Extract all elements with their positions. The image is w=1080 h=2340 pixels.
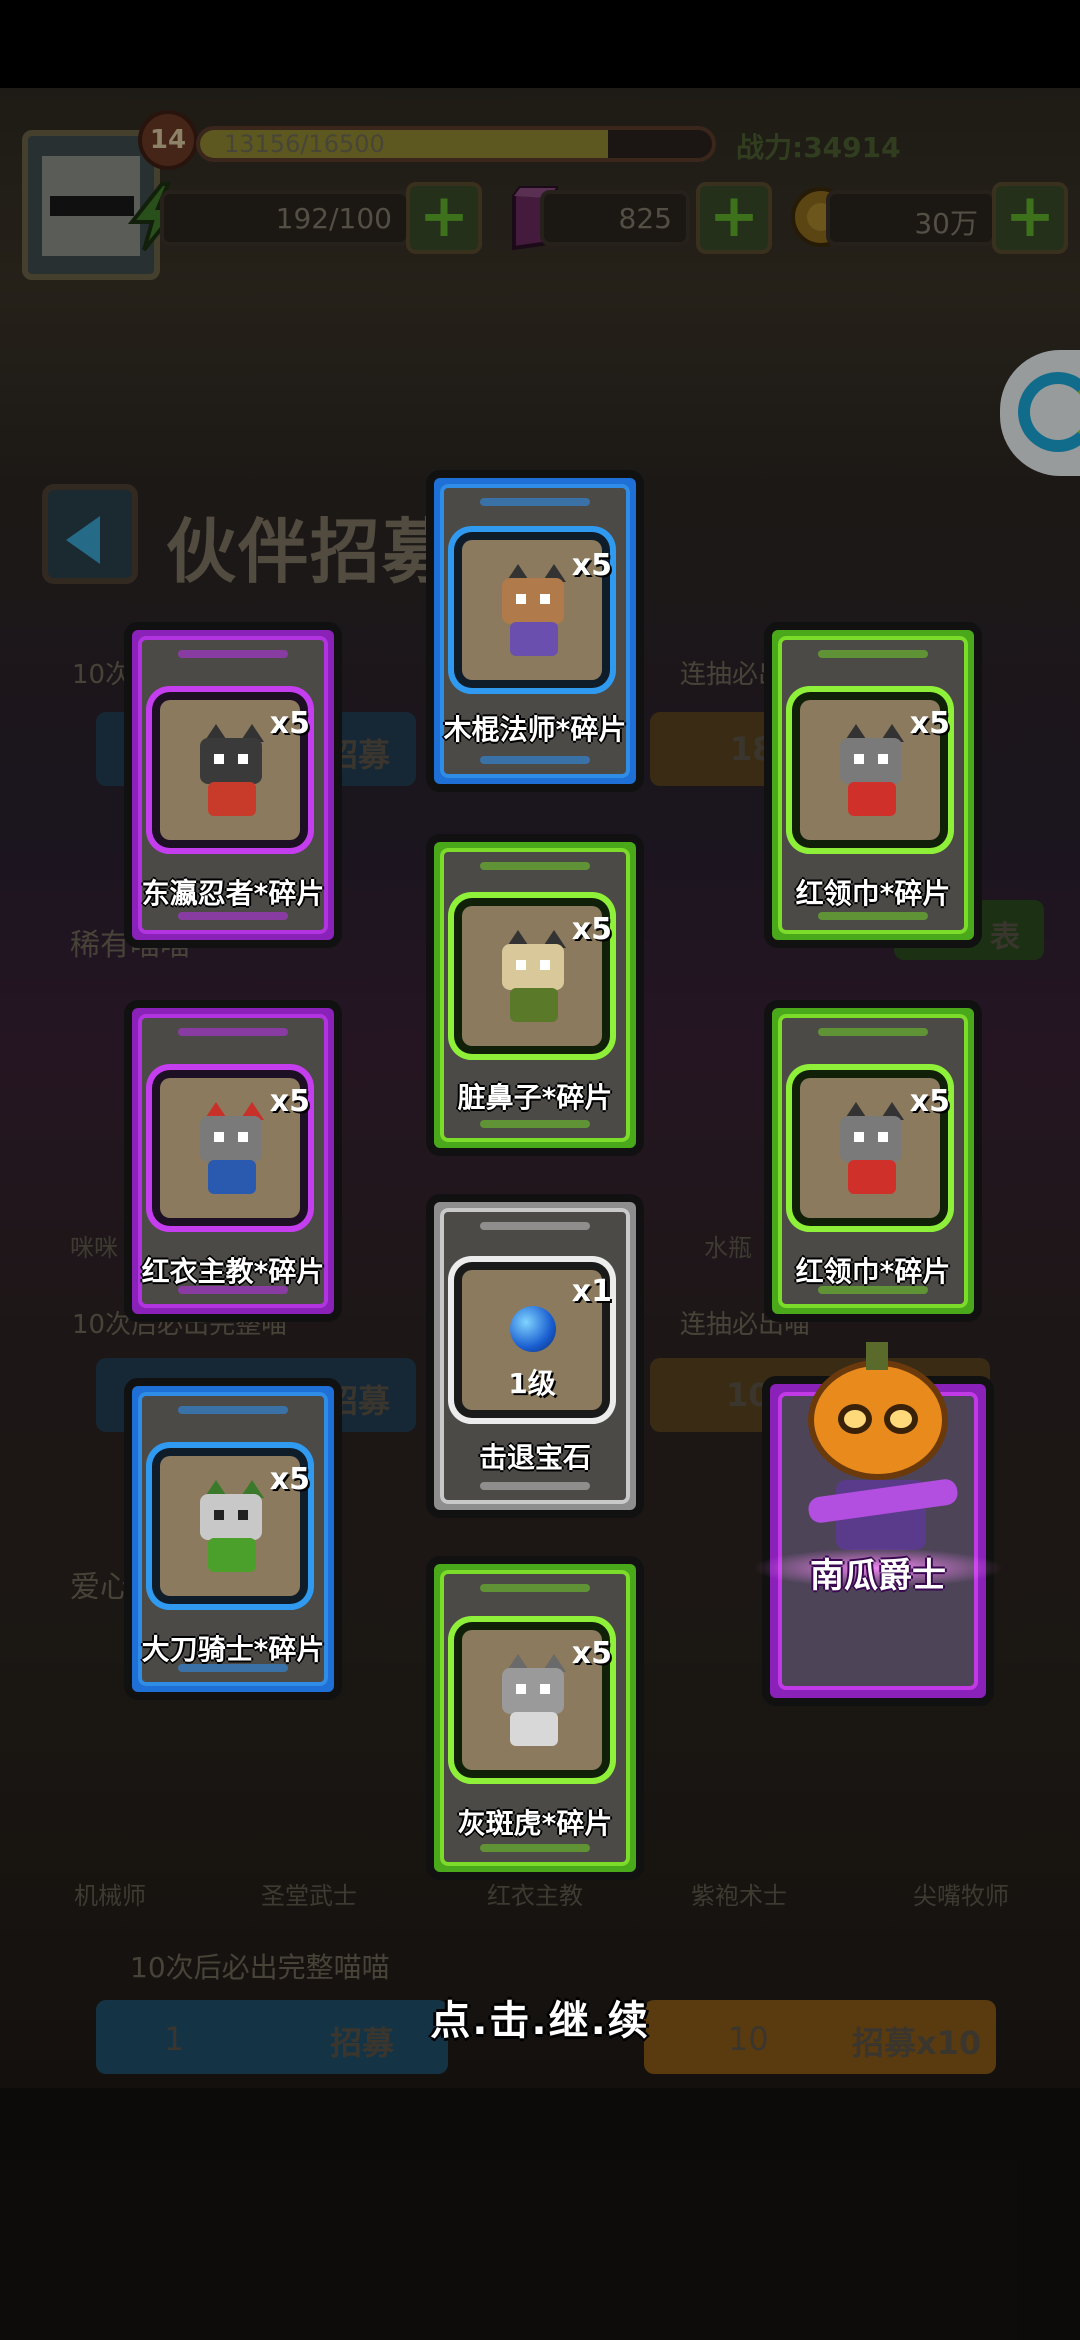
assistant-logo-icon: [1018, 372, 1080, 452]
reward-count: x5: [269, 706, 310, 741]
reward-name: 红领巾*碎片: [795, 1255, 951, 1288]
bg-char-priest: 尖嘴牧师: [913, 1882, 1009, 1910]
reward-name: 大刀骑士*碎片: [141, 1633, 325, 1666]
reward-count: x5: [269, 1084, 310, 1119]
stamina-value: 192/100: [275, 202, 392, 235]
add-gem-button[interactable]: +: [696, 182, 772, 254]
love-section-title: 爱心: [70, 1570, 130, 1605]
reward-count: x1: [571, 1274, 612, 1309]
featured-hero-name: 南瓜爵士: [810, 1556, 946, 1596]
knockback-gem-icon: [510, 1306, 556, 1352]
wizard-cat-icon: [498, 560, 568, 658]
reward-name: 东瀛忍者*碎片: [141, 877, 325, 910]
reward-card[interactable]: x5 木棍法师*碎片: [426, 470, 644, 792]
reward-name: 红领巾*碎片: [795, 877, 951, 910]
bottom-blank-area: [0, 2088, 1080, 2340]
reward-card[interactable]: x5 红领巾*碎片: [764, 622, 982, 948]
reward-card[interactable]: x5 东瀛忍者*碎片: [124, 622, 342, 948]
blade-knight-cat-icon: [196, 1476, 266, 1574]
ninja-cat-icon: [196, 720, 266, 818]
reward-card[interactable]: x5 灰斑虎*碎片: [426, 1556, 644, 1880]
reward-name: 木棍法师*碎片: [443, 713, 627, 746]
gem-level: 1级: [508, 1367, 556, 1400]
reward-name: 灰斑虎*碎片: [457, 1807, 613, 1840]
tap-to-continue[interactable]: 点.击.继.续: [0, 1988, 1080, 2046]
reward-card[interactable]: x5 红领巾*碎片: [764, 1000, 982, 1322]
reward-card[interactable]: x5 脏鼻子*碎片: [426, 834, 644, 1156]
reward-count: x5: [909, 1084, 950, 1119]
reward-count: x5: [269, 1462, 310, 1497]
stamina-display: 192/100: [160, 190, 410, 246]
back-arrow-icon: [66, 516, 100, 564]
reward-count: x5: [909, 706, 950, 741]
xp-text: 13156/16500: [224, 130, 385, 158]
bg-char-cardinal: 红衣主教: [487, 1882, 583, 1910]
red-scarf-cat-icon: [836, 1098, 906, 1196]
bg-char-templar: 圣堂武士: [261, 1882, 357, 1910]
coin-display: 30万: [826, 190, 996, 246]
red-scarf-cat-icon: [836, 720, 906, 818]
combat-power: 战力:34914: [736, 131, 901, 164]
add-coin-button[interactable]: +: [992, 182, 1068, 254]
bg-char-mechanic: 机械师: [74, 1882, 146, 1910]
reward-name: 击退宝石: [478, 1441, 591, 1474]
pool-list-label: 表: [990, 920, 1020, 955]
grey-tiger-cat-icon: [498, 1650, 568, 1748]
reward-card[interactable]: 1级 x1 击退宝石: [426, 1194, 644, 1518]
back-button[interactable]: [42, 484, 138, 584]
gem-display: 825: [540, 190, 690, 246]
bg-character-right: 水瓶: [704, 1234, 752, 1262]
reward-card[interactable]: x5 红衣主教*碎片: [124, 1000, 342, 1322]
bg-character-left: 咪咪: [70, 1234, 118, 1262]
reward-count: x5: [571, 912, 612, 947]
coin-value: 30万: [914, 207, 978, 240]
reward-name: 脏鼻子*碎片: [457, 1081, 613, 1114]
guarantee-text-3: 10次后必出完整喵喵: [130, 1951, 390, 1984]
page-title: 伙伴招募: [166, 511, 454, 593]
pumpkin-knight-icon: [808, 1342, 948, 1480]
reward-name: 红衣主教*碎片: [141, 1255, 325, 1288]
reward-card[interactable]: x5 大刀骑士*碎片: [124, 1378, 342, 1700]
status-bar: [0, 0, 1080, 88]
bg-char-warlock: 紫袍术士: [691, 1882, 787, 1910]
reward-count: x5: [571, 1636, 612, 1671]
cardinal-cat-icon: [196, 1098, 266, 1196]
xp-bar: 13156/16500: [196, 126, 716, 162]
reward-count: x5: [571, 548, 612, 583]
add-stamina-button[interactable]: +: [406, 182, 482, 254]
gem-value: 825: [618, 202, 672, 235]
level-badge: 14: [138, 110, 198, 170]
dirty-nose-cat-icon: [498, 926, 568, 1024]
